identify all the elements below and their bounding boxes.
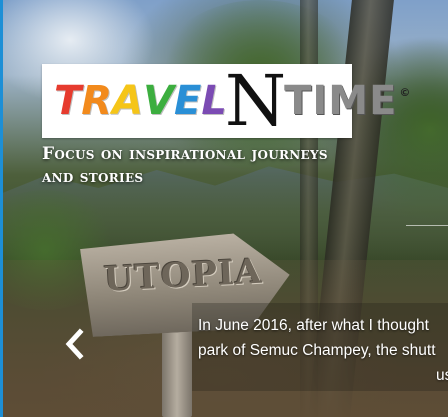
logo-letter-t: T <box>54 78 82 124</box>
caption-line-3: us <box>436 367 448 384</box>
left-accent-border <box>0 0 3 417</box>
logo-letter-a: A <box>112 78 144 124</box>
logo-letter-e: E <box>174 78 202 124</box>
logo-letter-v: V <box>143 78 175 124</box>
signpost-pole <box>162 322 192 417</box>
previous-slide-button[interactable] <box>60 322 90 366</box>
logo-time-text: TIME <box>284 78 398 124</box>
logo-letter-n: N <box>224 60 287 142</box>
slide-caption[interactable]: In June 2016, after what I thought park … <box>198 313 448 388</box>
tagline-line-1: Focus on inspirational journeys <box>42 144 328 164</box>
signpost-text: UTOPIA <box>103 251 264 300</box>
tagline-line-2: and stories <box>42 167 144 187</box>
divider-line <box>406 225 448 226</box>
logo-letter-l: L <box>201 78 227 124</box>
logo-letter-r: R <box>81 78 113 124</box>
logo-registered-mark: © <box>399 86 411 99</box>
logo-wordmark: T R A V E L N TIME © <box>54 64 410 138</box>
site-tagline: Focus on inspirational journeys and stor… <box>42 143 442 189</box>
site-logo[interactable]: T R A V E L N TIME © <box>42 64 410 138</box>
caption-line-2: park of Semuc Champey, the shutt <box>198 342 436 359</box>
caption-line-1: In June 2016, after what I thought <box>198 317 429 334</box>
chevron-left-icon <box>65 328 84 360</box>
